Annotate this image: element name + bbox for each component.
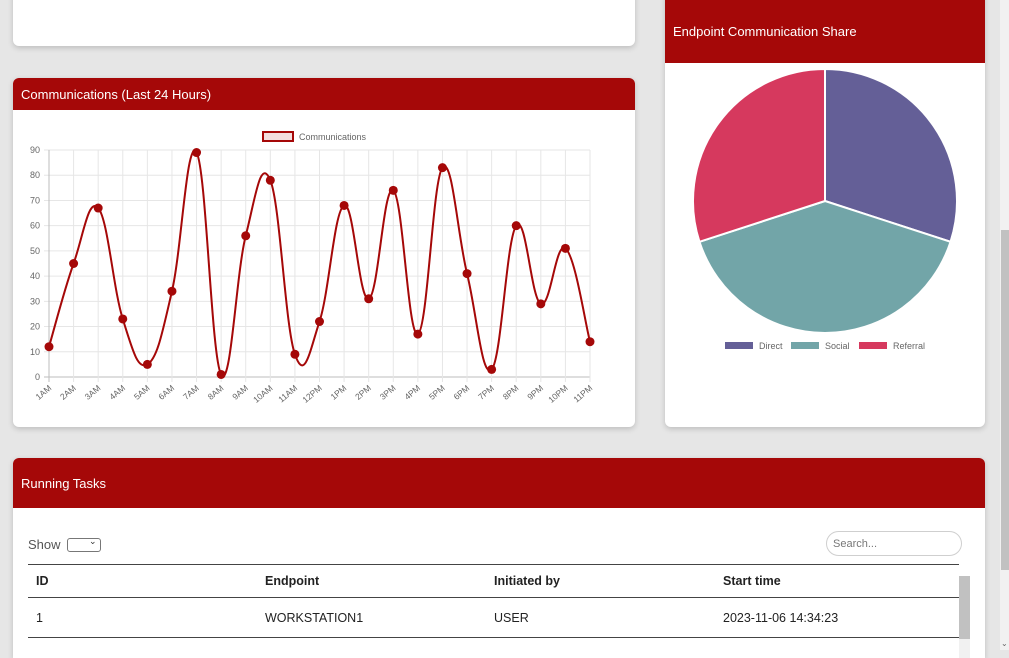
x-tick-label: 9PM [525, 383, 545, 402]
tasks-search-input[interactable] [826, 531, 962, 556]
data-point-9am[interactable] [241, 231, 251, 241]
x-tick-label: 1PM [329, 383, 349, 402]
y-tick-label: 30 [30, 296, 40, 306]
legend-swatch-referral [859, 342, 887, 349]
data-point-2am[interactable] [69, 259, 79, 268]
endpoint-share-card-title: Endpoint Communication Share [665, 0, 985, 63]
y-tick-label: 0 [35, 372, 40, 382]
data-point-4am[interactable] [118, 314, 128, 324]
data-point-11am[interactable] [290, 349, 300, 359]
endpoint-share-pie-chart: Direct Social Referral [692, 67, 958, 351]
x-tick-label: 1AM [33, 383, 53, 402]
running-tasks-table: ID Endpoint Initiated by Start time 1 WO… [28, 564, 959, 638]
y-tick-label: 20 [30, 322, 40, 332]
chevron-down-icon: ⌄ [88, 535, 97, 546]
column-header-start-time[interactable]: Start time [715, 564, 959, 598]
data-point-1am[interactable] [44, 342, 54, 352]
x-tick-label: 12PM [300, 383, 323, 405]
data-point-5pm[interactable] [437, 163, 447, 173]
x-tick-label: 5AM [132, 383, 152, 402]
page-scrollbar-thumb[interactable] [1001, 230, 1009, 570]
table-scrollbar[interactable] [959, 576, 970, 658]
x-tick-label: 6AM [156, 383, 176, 402]
x-tick-label: 10PM [546, 383, 569, 405]
y-tick-label: 10 [30, 347, 40, 357]
column-header-id[interactable]: ID [28, 564, 257, 598]
x-tick-label: 3PM [378, 383, 398, 402]
scroll-down-arrow-icon[interactable]: ⌄ [1001, 639, 1008, 648]
show-label: Show [28, 537, 61, 552]
page-scrollbar[interactable]: ⌄ [1000, 0, 1009, 650]
y-tick-label: 60 [30, 221, 40, 231]
x-tick-label: 4PM [402, 383, 422, 402]
x-tick-label: 11AM [276, 383, 299, 405]
x-tick-label: 5PM [427, 383, 447, 402]
top-card [13, 0, 635, 46]
entries-per-page-select[interactable]: ⌄ [66, 535, 101, 552]
communications-line-chart: Communications 0 10 20 30 40 50 60 70 80 90 1AM 2AM… [30, 131, 595, 405]
legend-label-referral: Referral [893, 341, 925, 351]
x-tick-label: 11PM [571, 383, 594, 405]
data-point-5am[interactable] [142, 359, 152, 369]
data-point-8pm[interactable] [511, 221, 521, 231]
endpoint-share-card: Endpoint Communication Share Direct Socia… [665, 0, 985, 427]
cell-endpoint: WORKSTATION1 [257, 597, 486, 638]
table-row[interactable]: 1 WORKSTATION1 USER 2023-11-06 14:34:23 [28, 597, 959, 638]
data-point-3pm[interactable] [388, 185, 398, 195]
table-header-row: ID Endpoint Initiated by Start time [28, 564, 959, 598]
x-tick-label: 10AM [251, 383, 274, 405]
data-point-7am[interactable] [192, 148, 202, 158]
data-point-2pm[interactable] [364, 294, 374, 304]
data-point-7pm[interactable] [487, 364, 497, 374]
x-tick-label: 2AM [58, 383, 78, 402]
column-header-endpoint[interactable]: Endpoint [257, 564, 486, 598]
y-tick-label: 40 [30, 271, 40, 281]
data-point-4pm[interactable] [413, 329, 423, 339]
cell-initiated-by: USER [486, 597, 715, 638]
legend-label-social: Social [825, 341, 850, 351]
x-tick-label: 7PM [476, 383, 496, 402]
communications-card: Communications (Last 24 Hours) Communica… [13, 78, 635, 427]
legend-swatch-social [791, 342, 819, 349]
data-point-10pm[interactable] [560, 243, 570, 253]
x-tick-label: 8AM [206, 383, 226, 402]
x-tick-label: 7AM [181, 383, 201, 402]
data-point-1pm[interactable] [339, 200, 349, 210]
data-point-6am[interactable] [167, 286, 177, 296]
y-tick-label: 90 [30, 145, 40, 155]
running-tasks-title: Running Tasks [13, 458, 985, 508]
legend-label-direct: Direct [759, 341, 783, 351]
running-tasks-card: Running Tasks Show ⌄ ID Endpoint Initiat… [13, 458, 985, 658]
data-point-9pm[interactable] [536, 299, 546, 309]
data-point-12pm[interactable] [315, 317, 324, 327]
y-tick-label: 50 [30, 246, 40, 256]
data-point-3am[interactable] [93, 203, 103, 213]
table-scrollbar-thumb[interactable] [959, 576, 970, 639]
communications-card-title: Communications (Last 24 Hours) [13, 78, 635, 110]
y-tick-label: 70 [30, 195, 40, 205]
column-header-initiated-by[interactable]: Initiated by [486, 564, 715, 598]
data-point-10am[interactable] [265, 175, 275, 185]
data-point-11pm[interactable] [585, 337, 595, 347]
data-point-6pm[interactable] [462, 269, 472, 279]
x-tick-label: 3AM [83, 383, 103, 402]
legend-label-communications: Communications [299, 132, 367, 142]
show-entries-control: Show ⌄ [28, 535, 101, 552]
legend-swatch-direct [725, 342, 753, 349]
x-tick-label: 4AM [107, 383, 127, 402]
legend-swatch-communications [262, 131, 294, 142]
x-tick-label: 6PM [452, 383, 472, 402]
cell-start-time: 2023-11-06 14:34:23 [715, 597, 959, 638]
x-tick-label: 9AM [230, 383, 250, 402]
x-tick-label: 8PM [501, 383, 521, 402]
x-tick-label: 2PM [353, 383, 373, 402]
y-tick-label: 80 [30, 170, 40, 180]
data-point-8am[interactable] [216, 369, 226, 379]
cell-id: 1 [28, 597, 257, 638]
